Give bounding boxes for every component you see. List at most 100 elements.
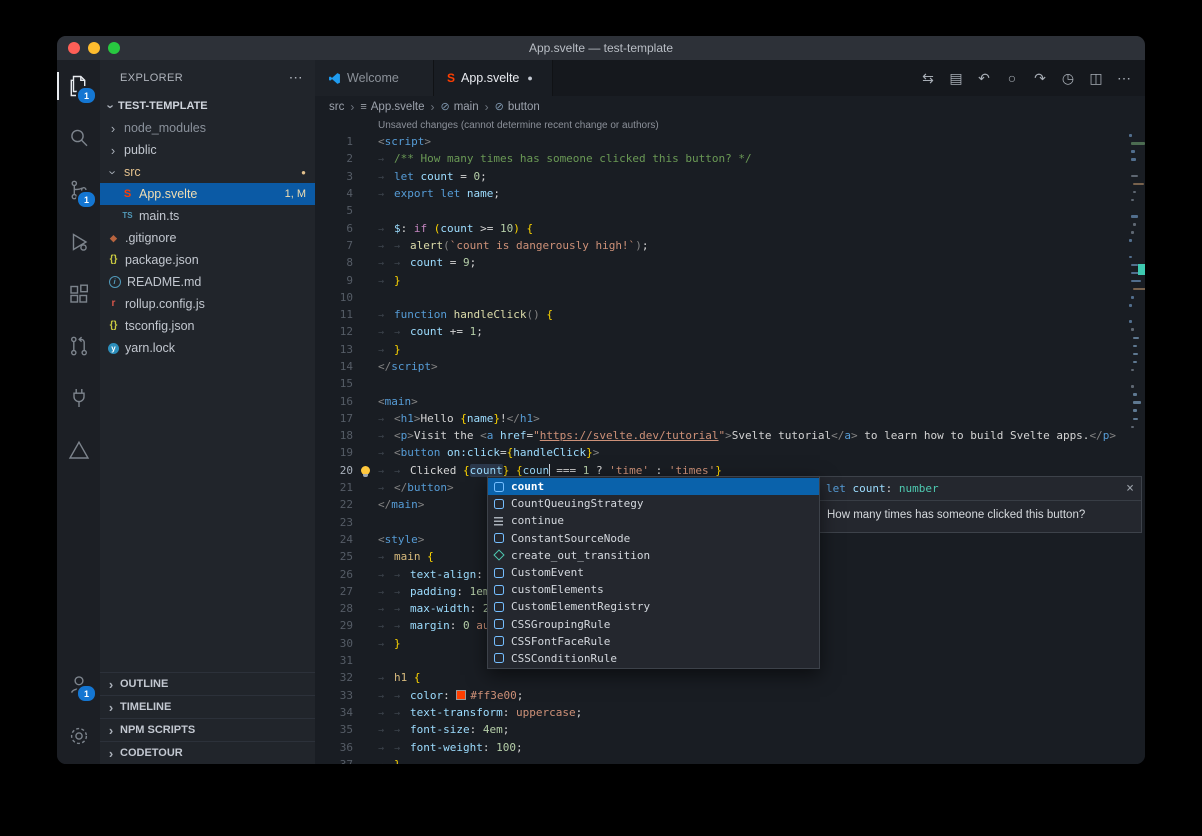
file-row-node-modules[interactable]: ›node_modules (100, 117, 315, 139)
minimap[interactable] (1128, 118, 1145, 764)
symbol-icon: ⊘ (440, 102, 449, 113)
file-row-gitignore[interactable]: ◆.gitignore (100, 227, 315, 249)
code-line[interactable]: 5 (315, 202, 1145, 219)
code-line[interactable]: 4→export let name; (315, 185, 1145, 202)
suggestion-constantsourcenode[interactable]: ConstantSourceNode (488, 530, 819, 547)
suggestion-customelements[interactable]: customElements (488, 581, 819, 598)
file-row-readme-md[interactable]: iREADME.md (100, 271, 315, 293)
suggestion-label: count (511, 480, 544, 493)
code-line[interactable]: 1<script> (315, 133, 1145, 150)
suggestion-continue[interactable]: continue (488, 512, 819, 529)
sidebar-title: EXPLORER (120, 72, 183, 84)
file-row-public[interactable]: ›public (100, 139, 315, 161)
close-window-button[interactable] (68, 42, 80, 54)
toggle-heatmap-icon[interactable]: ○ (999, 65, 1025, 91)
code-line[interactable]: 2→/** How many times has someone clicked… (315, 150, 1145, 167)
code-line[interactable]: 13→} (315, 341, 1145, 358)
codelens-link[interactable]: Unsaved changes (cannot determine recent… (378, 118, 1145, 133)
lightbulb-icon[interactable] (361, 466, 370, 475)
accounts-icon[interactable]: 1 (57, 658, 100, 710)
code-line[interactable]: 15 (315, 375, 1145, 392)
more-actions-icon[interactable]: ⋯ (1111, 65, 1137, 91)
section-label: OUTLINE (120, 678, 168, 690)
close-icon[interactable]: × (1126, 482, 1134, 495)
source-control-icon[interactable]: 1 (57, 164, 100, 216)
tab-welcome[interactable]: Welcome (315, 60, 434, 96)
open-changes-icon[interactable]: ⇆ (915, 65, 941, 91)
code-line[interactable]: 11→function handleClick() { (315, 306, 1145, 323)
file-row-package-json[interactable]: {}package.json (100, 249, 315, 271)
titlebar[interactable]: App.svelte — test-template (57, 36, 1145, 60)
code-line[interactable]: 14</script> (315, 358, 1145, 375)
remote-explorer-icon[interactable] (57, 372, 100, 424)
settings-icon[interactable] (57, 710, 100, 762)
breadcrumb-src[interactable]: src (329, 101, 344, 113)
code-line[interactable]: 36→→font-weight: 100; (315, 738, 1145, 755)
sidebar-section-codetour[interactable]: ›CODETOUR (100, 741, 315, 764)
tab-app-svelte[interactable]: SApp.svelte● (434, 60, 553, 96)
code-line[interactable]: 37→} (315, 756, 1145, 764)
code-line[interactable]: 32→h1 { (315, 669, 1145, 686)
code-line[interactable]: 6→$: if (count >= 10) { (315, 219, 1145, 236)
file-row-main-ts[interactable]: TSmain.ts (100, 205, 315, 227)
section-label: CODETOUR (120, 747, 183, 759)
suggestion-create-out-transition[interactable]: create_out_transition (488, 547, 819, 564)
suggestion-count[interactable]: count (488, 478, 819, 495)
search-icon[interactable] (57, 112, 100, 164)
color-swatch[interactable] (456, 690, 466, 700)
file-row-src[interactable]: ›src● (100, 161, 315, 183)
line-number: 18 (315, 429, 353, 442)
sidebar-section-outline[interactable]: ›OUTLINE (100, 672, 315, 695)
code-line[interactable]: 35→→font-size: 4em; (315, 721, 1145, 738)
zoom-window-button[interactable] (108, 42, 120, 54)
github-pull-requests-icon[interactable] (57, 320, 100, 372)
suggestion-customevent[interactable]: CustomEvent (488, 564, 819, 581)
extensions-icon[interactable] (57, 268, 100, 320)
suggestion-countqueuingstrategy[interactable]: CountQueuingStrategy (488, 495, 819, 512)
indent-marker: → (394, 743, 410, 754)
suggestion-customelementregistry[interactable]: CustomElementRegistry (488, 598, 819, 615)
sidebar-section-npm-scripts[interactable]: ›NPM SCRIPTS (100, 718, 315, 741)
azure-icon[interactable] (57, 424, 100, 476)
code-line[interactable]: 10 (315, 289, 1145, 306)
code-line[interactable]: 8→→count = 9; (315, 254, 1145, 271)
next-change-icon[interactable]: ↷ (1027, 65, 1053, 91)
code-line[interactable]: 19→<button on:click={handleClick}> (315, 444, 1145, 461)
open-blame-icon[interactable]: ▤ (943, 65, 969, 91)
file-history-icon[interactable]: ◷ (1055, 65, 1081, 91)
file-row-app-svelte[interactable]: SApp.svelte1, M (100, 183, 315, 205)
code-line[interactable]: 7→→alert(`count is dangerously high!`); (315, 237, 1145, 254)
chevron-down-icon: › (105, 99, 118, 113)
file-row-rollup-config-js[interactable]: rrollup.config.js (100, 293, 315, 315)
symbol-variable-icon (493, 498, 505, 510)
minimize-window-button[interactable] (88, 42, 100, 54)
previous-change-icon[interactable]: ↶ (971, 65, 997, 91)
explorer-icon[interactable]: 1 (57, 60, 100, 112)
code-line[interactable]: 9→} (315, 271, 1145, 288)
run-and-debug-icon[interactable] (57, 216, 100, 268)
file-row-tsconfig-json[interactable]: {}tsconfig.json (100, 315, 315, 337)
project-section-header[interactable]: › TEST-TEMPLATE (100, 95, 315, 117)
window-controls (68, 42, 120, 54)
code-line[interactable]: 3→let count = 0; (315, 168, 1145, 185)
code-line[interactable]: 18→<p>Visit the <a href="https://svelte.… (315, 427, 1145, 444)
file-label: App.svelte (139, 187, 197, 201)
suggestion-cssfontfacerule[interactable]: CSSFontFaceRule (488, 633, 819, 650)
sidebar-header: EXPLORER ⋯ (100, 60, 315, 95)
sidebar-section-timeline[interactable]: ›TIMELINE (100, 695, 315, 718)
suggestion-cssconditionrule[interactable]: CSSConditionRule (488, 650, 819, 667)
code-line[interactable]: 17→<h1>Hello {name}!</h1> (315, 410, 1145, 427)
split-editor-icon[interactable]: ◫ (1083, 65, 1109, 91)
code-line[interactable]: 34→→text-transform: uppercase; (315, 704, 1145, 721)
breadcrumb-main[interactable]: ⊘main (440, 101, 478, 113)
code-line[interactable]: 16<main> (315, 392, 1145, 409)
indent-marker: → (394, 570, 410, 581)
more-actions-icon[interactable]: ⋯ (289, 69, 303, 86)
file-row-yarn-lock[interactable]: yyarn.lock (100, 337, 315, 359)
breadcrumb-app-svelte[interactable]: ≡App.svelte (360, 101, 424, 113)
breadcrumb-button[interactable]: ⊘button (495, 101, 540, 113)
code-line[interactable]: 33→→color: #ff3e00; (315, 687, 1145, 704)
suggestion-cssgroupingrule[interactable]: CSSGroupingRule (488, 616, 819, 633)
code-line[interactable]: 12→→count += 1; (315, 323, 1145, 340)
activity-bar-bottom: 1 (57, 658, 100, 762)
